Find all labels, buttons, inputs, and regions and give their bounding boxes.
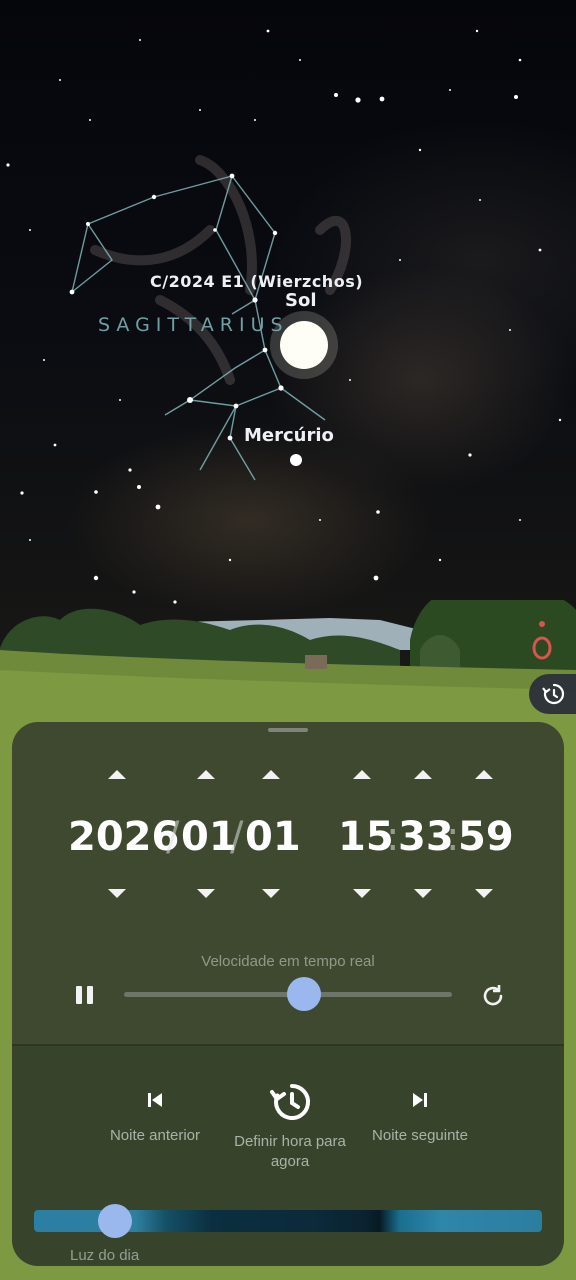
daylight-label: Luz do dia bbox=[70, 1247, 140, 1264]
speed-label: Velocidade em tempo real bbox=[201, 953, 375, 970]
month-increment-button[interactable] bbox=[197, 770, 215, 779]
previous-night-button[interactable]: Noite anterior bbox=[100, 1090, 210, 1146]
skip-previous-icon bbox=[148, 1093, 162, 1107]
set-now-label: Definir hora para agora bbox=[234, 1133, 346, 1170]
sun-label[interactable]: Sol bbox=[285, 290, 317, 311]
set-now-button[interactable]: Definir hora para agora bbox=[234, 1082, 346, 1172]
second-increment-button[interactable] bbox=[475, 770, 493, 779]
history-icon bbox=[542, 683, 565, 705]
next-night-label: Noite seguinte bbox=[372, 1127, 468, 1144]
time-panel-toggle[interactable] bbox=[529, 674, 576, 714]
year-increment-button[interactable] bbox=[108, 770, 126, 779]
history-icon bbox=[270, 1084, 310, 1120]
day-value[interactable]: 01 bbox=[245, 814, 301, 860]
date-separator: / bbox=[230, 814, 244, 860]
compass-needle-icon bbox=[532, 621, 552, 660]
pause-icon bbox=[76, 986, 82, 1004]
month-decrement-button[interactable] bbox=[197, 889, 215, 898]
previous-night-label: Noite anterior bbox=[109, 1127, 201, 1144]
hour-increment-button[interactable] bbox=[353, 770, 371, 779]
compass-button[interactable] bbox=[528, 620, 556, 664]
constellation-label: SAGITTARIUS bbox=[98, 314, 289, 336]
hour-decrement-button[interactable] bbox=[353, 889, 371, 898]
reset-speed-button[interactable] bbox=[478, 981, 508, 1011]
mercury-label[interactable]: Mercúrio bbox=[244, 425, 334, 446]
skip-next-icon bbox=[413, 1093, 427, 1107]
minute-decrement-button[interactable] bbox=[414, 889, 432, 898]
day-decrement-button[interactable] bbox=[262, 889, 280, 898]
date-separator: / bbox=[166, 814, 180, 860]
pause-button[interactable] bbox=[74, 984, 96, 1006]
month-value[interactable]: 01 bbox=[181, 814, 237, 860]
drag-handle[interactable] bbox=[268, 728, 308, 732]
time-control-panel: 2026 / 01 / 01 15 : 33 : 59 Velocidade e… bbox=[12, 722, 564, 1266]
year-decrement-button[interactable] bbox=[108, 889, 126, 898]
speed-slider-thumb[interactable] bbox=[287, 977, 322, 1011]
restore-icon bbox=[483, 985, 503, 1006]
next-night-button[interactable]: Noite seguinte bbox=[364, 1090, 476, 1146]
second-value[interactable]: 59 bbox=[458, 814, 514, 860]
year-value[interactable]: 2026 bbox=[68, 814, 179, 860]
day-increment-button[interactable] bbox=[262, 770, 280, 779]
comet-label[interactable]: C/2024 E1 (Wierzchos) bbox=[150, 272, 363, 291]
datetime-display: 2026 / 01 / 01 15 : 33 : 59 bbox=[12, 814, 564, 860]
second-decrement-button[interactable] bbox=[475, 889, 493, 898]
minute-increment-button[interactable] bbox=[414, 770, 432, 779]
mercury-dot bbox=[290, 454, 302, 466]
